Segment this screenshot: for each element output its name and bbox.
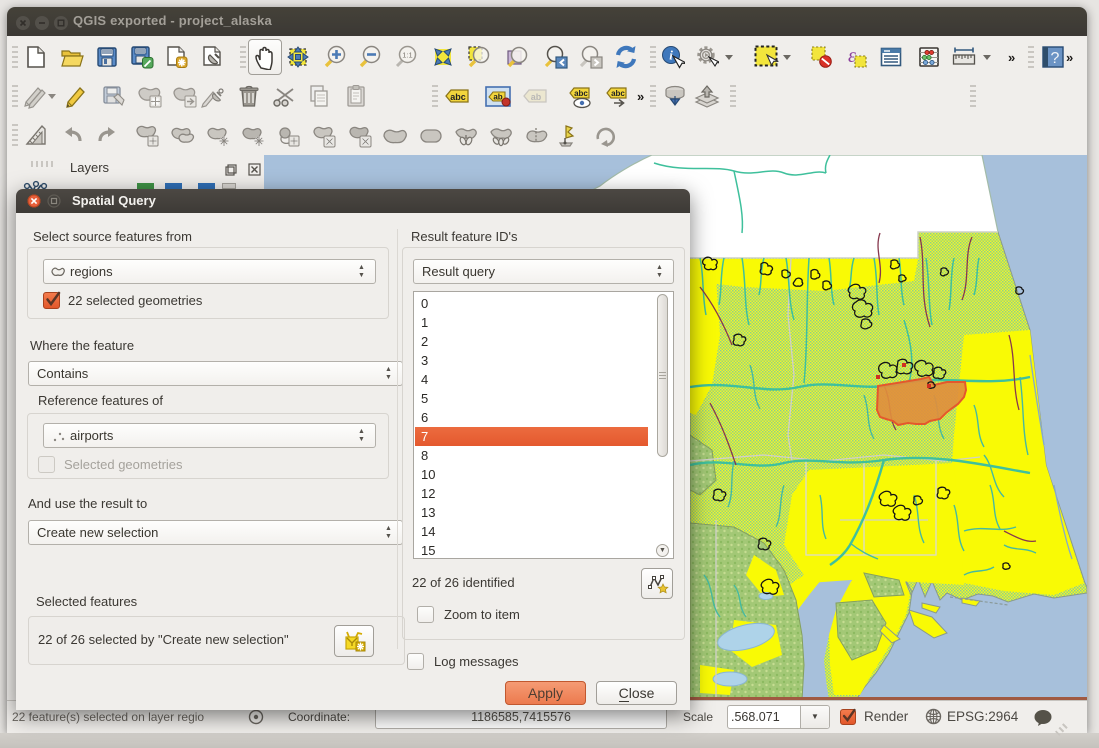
svg-text:ab: ab bbox=[531, 92, 542, 102]
svg-text:1:1: 1:1 bbox=[402, 51, 412, 60]
svg-text:ab: ab bbox=[493, 93, 502, 102]
svg-text:abc: abc bbox=[611, 89, 625, 98]
svg-text:ε: ε bbox=[848, 45, 856, 67]
svg-text:abc: abc bbox=[574, 89, 588, 98]
svg-text:?: ? bbox=[1051, 50, 1060, 67]
svg-text:abc: abc bbox=[450, 92, 466, 102]
svg-text:i: i bbox=[669, 48, 673, 63]
